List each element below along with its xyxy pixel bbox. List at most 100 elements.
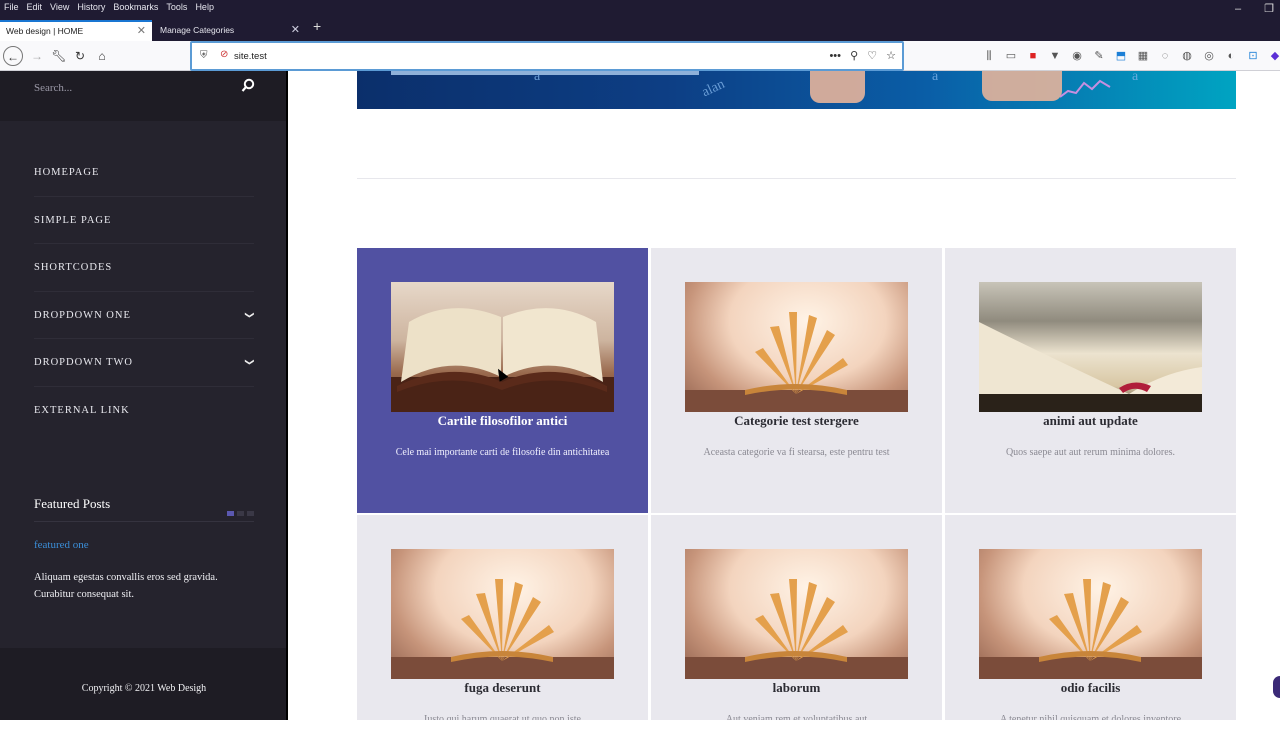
extension-icon[interactable]: ◆ — [1268, 46, 1280, 66]
sidebar-icon[interactable]: ▭ — [1004, 46, 1018, 66]
category-description: Aceasta categorie va fi stearsa, este pe… — [703, 447, 890, 458]
nav-item-external-link[interactable]: EXTERNAL LINK — [34, 387, 254, 435]
category-description: Quos saepe aut aut rerum minima dolores. — [1005, 447, 1176, 458]
nav-item-homepage[interactable]: HOMEPAGE — [34, 149, 254, 197]
tab-web-design-home[interactable]: Web design | HOME ✕ — [0, 20, 152, 41]
tab-label: Manage Categories — [160, 25, 235, 35]
pdf-extension-icon[interactable]: ■ — [1026, 46, 1040, 66]
menu-tools[interactable]: Tools — [162, 0, 191, 14]
featured-post-excerpt: Aliquam egestas convallis eros sed gravi… — [34, 572, 218, 600]
category-image-fanned-book[interactable] — [391, 549, 614, 679]
nav-item-label: SHORTCODES — [34, 262, 113, 274]
menu-edit[interactable]: Edit — [23, 0, 47, 14]
category-title[interactable]: Categorie test stergere — [651, 413, 942, 429]
category-image-fanned-book[interactable] — [685, 549, 908, 679]
extension-icon[interactable]: ◌ — [1158, 46, 1172, 66]
extension-icon[interactable]: ▦ — [1136, 46, 1150, 66]
featured-post-link[interactable]: featured one — [34, 539, 89, 551]
section-divider — [357, 178, 1236, 179]
category-title[interactable]: laborum — [651, 680, 942, 696]
insecure-lock-icon[interactable]: ⊘ — [220, 49, 228, 60]
category-card[interactable]: odio facilis A tenetur nihil quisquam et… — [945, 515, 1236, 720]
url-text[interactable]: site.test — [234, 43, 267, 70]
back-button[interactable]: ← — [3, 46, 23, 66]
vue-devtools-icon[interactable]: ▼ — [1048, 46, 1062, 66]
category-image-open-book[interactable] — [979, 282, 1202, 412]
menu-help[interactable]: Help — [191, 0, 218, 14]
tab-strip: Web design | HOME ✕ Manage Categories ✕ — [0, 14, 1280, 41]
pocket-icon[interactable]: ♡ — [867, 50, 877, 62]
forward-button[interactable]: → — [27, 46, 47, 66]
hand-graphic — [982, 71, 1062, 101]
bookmark-star-icon[interactable]: ☆ — [886, 50, 896, 62]
category-title[interactable]: animi aut update — [945, 413, 1236, 429]
category-description: A tenetur nihil quisquam et dolores inve… — [999, 714, 1182, 720]
tab-label: Web design | HOME — [6, 26, 84, 36]
category-title[interactable]: fuga deserunt — [357, 680, 648, 696]
sidebar: HOMEPAGE SIMPLE PAGE SHORTCODES DROPDOWN… — [0, 71, 288, 720]
extension-icon[interactable]: ⬒ — [1114, 46, 1128, 66]
category-image-fanned-book[interactable] — [685, 282, 908, 412]
more-actions-icon[interactable]: ••• — [829, 50, 841, 62]
nav-item-dropdown-one[interactable]: DROPDOWN ONE ❯ — [34, 292, 255, 340]
carousel-dot[interactable] — [237, 511, 244, 516]
copyright-footer: Copyright © 2021 Web Desigh — [0, 648, 288, 720]
carousel-dot[interactable] — [247, 511, 254, 516]
category-description: Aut veniam rem et voluptatibus aut — [725, 714, 868, 720]
menu-view[interactable]: View — [46, 0, 73, 14]
menu-file[interactable]: File — [0, 0, 23, 14]
new-tab-button[interactable]: + — [313, 18, 321, 34]
category-title[interactable]: odio facilis — [945, 680, 1236, 696]
nav-item-shortcodes[interactable]: SHORTCODES — [34, 244, 254, 292]
search-input[interactable] — [34, 79, 234, 97]
banner-decoration: a — [1132, 71, 1139, 84]
extension-icon[interactable]: ◍ — [1180, 46, 1194, 66]
eyedropper-icon[interactable]: ✎ — [1092, 46, 1106, 66]
library-icon[interactable]: ⫼ — [982, 46, 996, 66]
nav-item-label: DROPDOWN ONE — [34, 309, 131, 321]
nav-item-label: HOMEPAGE — [34, 167, 100, 178]
category-card[interactable]: laborum Aut veniam rem et voluptatibus a… — [651, 515, 942, 720]
search-icon[interactable] — [241, 78, 255, 94]
chart-graphic — [1060, 79, 1111, 98]
address-bar[interactable]: ⛨ ⊘ site.test ••• ⚲ ♡ ☆ — [190, 41, 904, 71]
book-illustration — [979, 579, 1202, 679]
menu-bookmarks[interactable]: Bookmarks — [109, 0, 162, 14]
nav-item-simple-page[interactable]: SIMPLE PAGE — [34, 197, 254, 245]
reload-button[interactable]: ↻ — [70, 46, 90, 66]
close-tab-icon[interactable]: ✕ — [137, 22, 146, 41]
nav-item-label: DROPDOWN TWO — [34, 357, 134, 369]
extension-icon[interactable]: ◎ — [1202, 46, 1216, 66]
extension-icon[interactable]: ◐ — [1224, 46, 1238, 66]
screenshot-icon[interactable]: ⊡ — [1246, 46, 1260, 66]
chevron-down-icon[interactable]: ❯ — [226, 359, 273, 368]
sidebar-nav: HOMEPAGE SIMPLE PAGE SHORTCODES DROPDOWN… — [34, 149, 255, 435]
banner-search-bar — [391, 71, 699, 75]
lightbulb-icon[interactable]: ⚲ — [850, 50, 858, 62]
account-icon[interactable]: ◉ — [1070, 46, 1084, 66]
menu-history[interactable]: History — [73, 0, 109, 14]
shield-icon[interactable]: ⛨ — [200, 50, 208, 61]
tab-manage-categories[interactable]: Manage Categories ✕ — [154, 20, 306, 41]
banner-decoration: alan — [699, 76, 728, 101]
browser-menubar: File Edit View History Bookmarks Tools H… — [0, 0, 1280, 14]
wrench-icon[interactable]: 🔧︎ — [49, 46, 69, 66]
category-card[interactable]: Categorie test stergere Aceasta categori… — [651, 248, 942, 513]
chevron-down-icon[interactable]: ❯ — [226, 311, 273, 320]
category-image-fanned-book[interactable] — [979, 549, 1202, 679]
nav-item-dropdown-two[interactable]: DROPDOWN TWO ❯ — [34, 339, 255, 387]
category-title[interactable]: Cartile filosofilor antici — [357, 413, 648, 429]
close-tab-icon[interactable]: ✕ — [291, 20, 300, 41]
floating-widget-button[interactable] — [1273, 676, 1280, 698]
category-card[interactable]: animi aut update Quos saepe aut aut reru… — [945, 248, 1236, 513]
category-image-old-book[interactable] — [391, 282, 614, 412]
home-button[interactable]: ⌂ — [92, 46, 112, 66]
sidebar-search — [0, 71, 288, 121]
page-actions: ••• ⚲ ♡ ☆ — [823, 43, 896, 70]
carousel-dot[interactable] — [227, 511, 234, 516]
category-card[interactable]: fuga deserunt Iusto qui harum quaerat ut… — [357, 515, 648, 720]
banner-decoration: a — [932, 71, 939, 84]
featured-posts-heading: Featured Posts — [34, 496, 111, 511]
category-card[interactable]: Cartile filosofilor antici Cele mai impo… — [357, 248, 648, 513]
category-description: Iusto qui harum quaerat ut quo non iste — [424, 714, 581, 720]
